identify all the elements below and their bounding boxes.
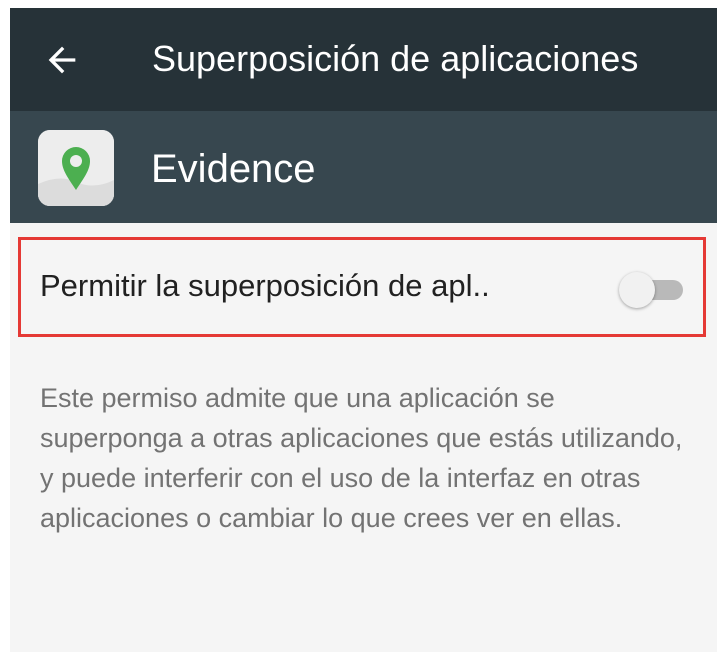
arrow-back-icon [48,46,76,74]
overlay-permission-switch[interactable] [617,268,687,312]
app-icon [38,130,114,206]
overlay-permission-label: Permitir la superposición de apl.. [40,268,490,303]
app-header: Evidence [10,111,717,223]
app-bar: Superposición de aplicaciones [10,8,717,111]
page-title: Superposición de aplicaciones [152,38,639,79]
app-name: Evidence [151,147,316,191]
settings-screen: Superposición de aplicaciones Evidence P… [10,8,717,652]
overlay-permission-row[interactable]: Permitir la superposición de apl.. [18,237,706,337]
permission-description: Este permiso admite que una aplicación s… [40,383,683,533]
switch-thumb [619,272,655,308]
map-pin-icon [38,130,114,206]
back-button[interactable] [32,30,92,90]
